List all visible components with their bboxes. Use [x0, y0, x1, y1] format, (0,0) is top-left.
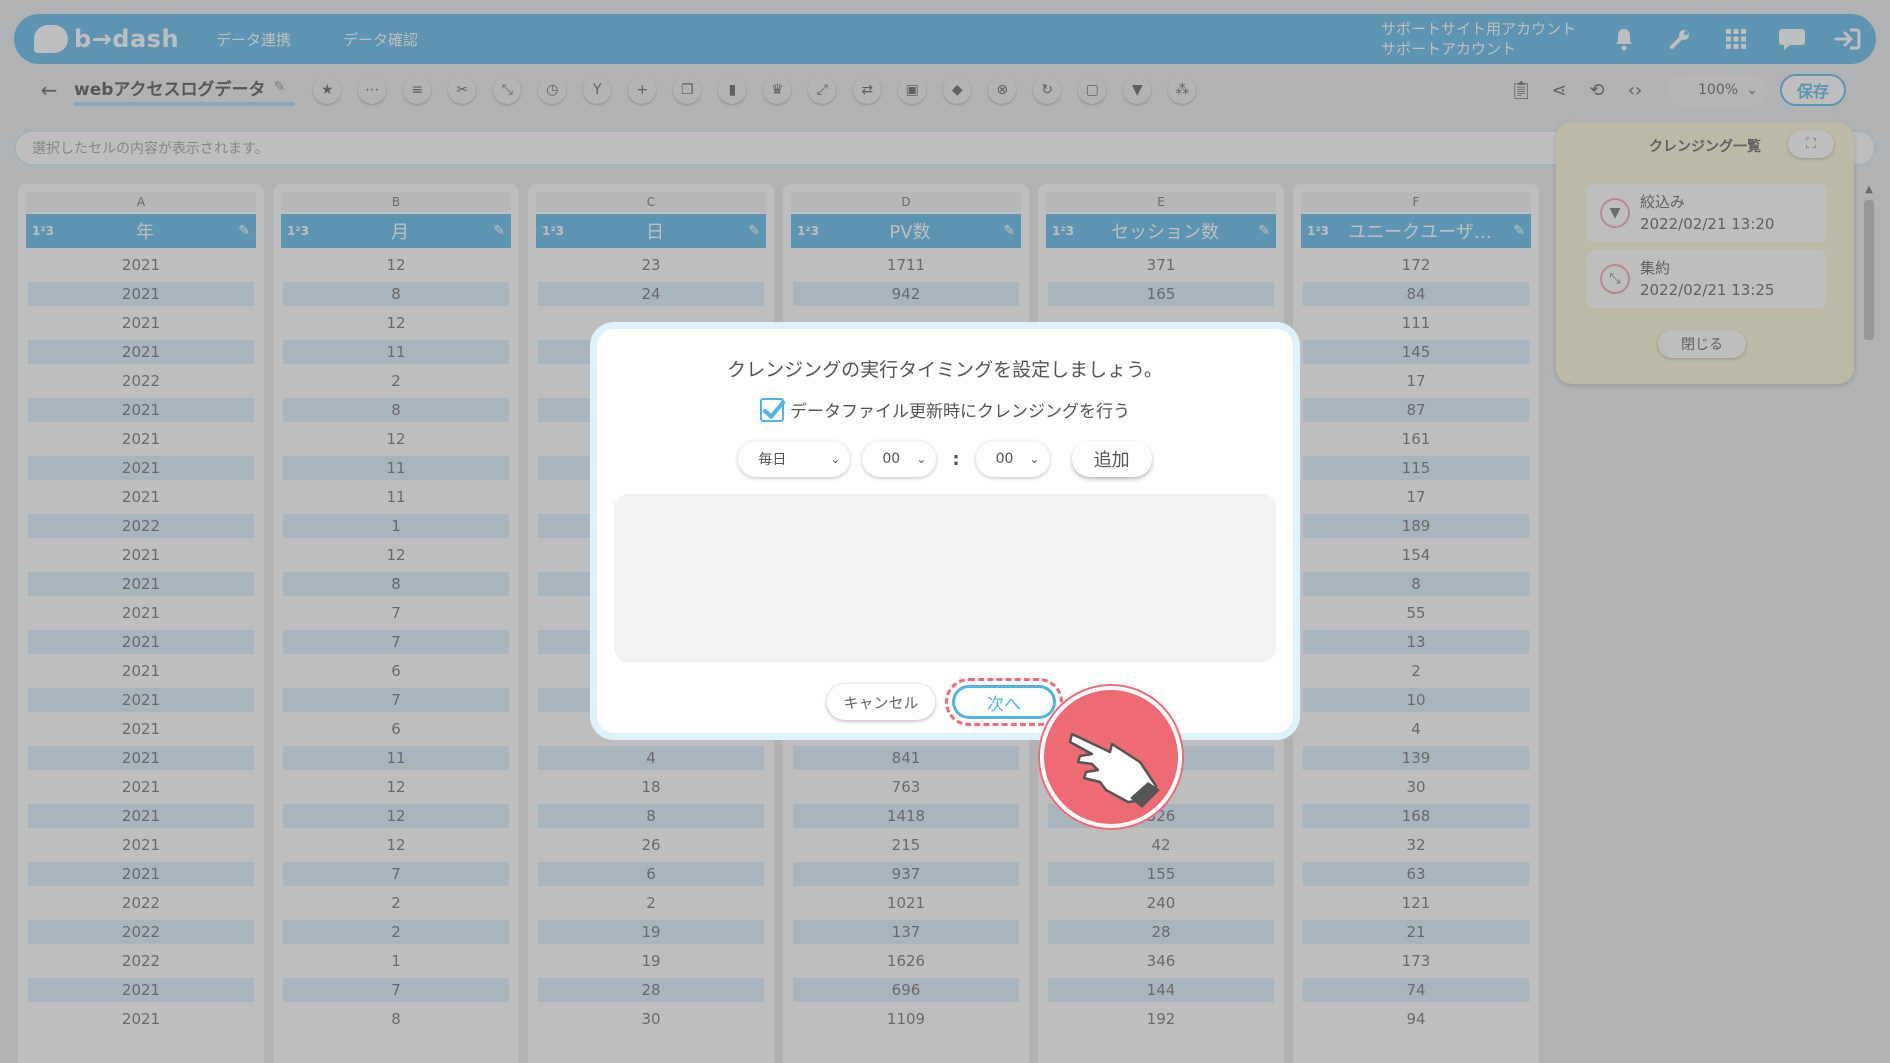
schedule-modal: クレンジングの実行タイミングを設定しましょう。 データファイル更新時にクレンジン… [590, 322, 1300, 740]
update-checkbox-row: データファイル更新時にクレンジングを行う [597, 397, 1293, 422]
chevron-down-icon: ⌄ [916, 452, 927, 466]
modal-footer: キャンセル 次へ [597, 678, 1293, 726]
cancel-button[interactable]: キャンセル [827, 684, 935, 720]
hour-value: 00 [882, 451, 901, 467]
frequency-select[interactable]: 毎日 ⌄ [738, 441, 851, 477]
chevron-down-icon: ⌄ [1029, 452, 1040, 466]
schedule-row: 毎日 ⌄ 00 ⌄ : 00 ⌄ 追加 [597, 441, 1293, 477]
time-colon: : [952, 448, 960, 470]
add-schedule-button[interactable]: 追加 [1071, 441, 1152, 477]
schedule-list [614, 494, 1276, 662]
update-checkbox[interactable] [760, 397, 784, 422]
chevron-down-icon: ⌄ [830, 452, 841, 466]
next-button[interactable]: 次へ [952, 685, 1056, 719]
modal-title: クレンジングの実行タイミングを設定しましょう。 [727, 359, 1163, 381]
checkbox-label: データファイル更新時にクレンジングを行う [790, 402, 1130, 422]
minute-value: 00 [995, 451, 1014, 467]
hour-select[interactable]: 00 ⌄ [862, 441, 937, 477]
minute-select[interactable]: 00 ⌄ [975, 441, 1050, 477]
frequency-value: 毎日 [758, 452, 787, 468]
pointer-hand-icon [1040, 686, 1182, 828]
